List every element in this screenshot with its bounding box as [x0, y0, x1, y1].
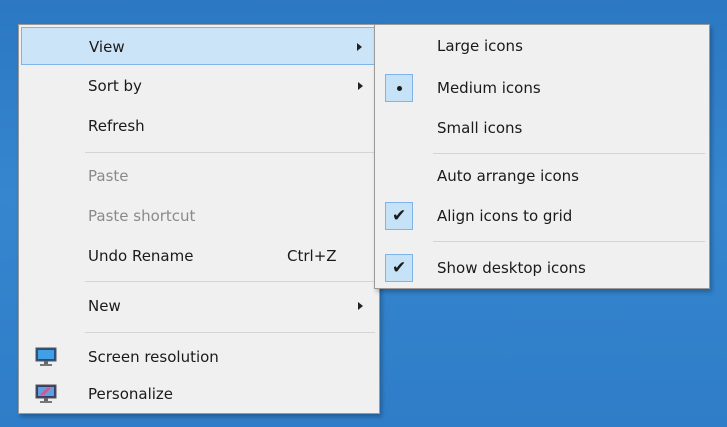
radio-dot-icon — [397, 86, 402, 91]
view-submenu: Large icons Medium icons Small icons Aut… — [374, 24, 710, 289]
menu-separator — [85, 152, 375, 153]
menu-item-label: Large icons — [437, 37, 523, 55]
submenu-arrow-icon — [357, 43, 362, 51]
menu-item-label: Refresh — [88, 117, 145, 135]
checkmark-icon: ✔ — [392, 206, 407, 226]
menu-item-label: Small icons — [437, 119, 523, 137]
menu-item-label: Paste — [88, 167, 129, 185]
menu-item-label: Align icons to grid — [437, 207, 573, 225]
menu-item-new[interactable]: New — [21, 287, 377, 325]
menu-item-label: Personalize — [88, 385, 174, 403]
check-indicator: ✔ — [385, 202, 413, 230]
menu-item-personalize[interactable]: Personalize — [21, 375, 377, 413]
menu-item-label: Sort by — [88, 77, 142, 95]
menu-item-paste-shortcut: Paste shortcut — [21, 197, 377, 235]
menu-item-label: Undo Rename — [88, 247, 194, 265]
menu-item-label: Paste shortcut — [88, 207, 196, 225]
menu-item-label: Show desktop icons — [437, 259, 586, 277]
menu-item-refresh[interactable]: Refresh — [21, 107, 377, 145]
submenu-item-large-icons[interactable]: Large icons — [377, 27, 707, 65]
submenu-item-align-to-grid[interactable]: ✔ Align icons to grid — [377, 197, 707, 235]
submenu-arrow-icon — [358, 302, 363, 310]
personalize-icon — [35, 384, 57, 403]
menu-item-label: Medium icons — [437, 79, 541, 97]
menu-item-undo-rename[interactable]: Undo Rename Ctrl+Z — [21, 237, 377, 275]
check-indicator: ✔ — [385, 254, 413, 282]
display-icon — [35, 347, 57, 366]
submenu-item-show-desktop-icons[interactable]: ✔ Show desktop icons — [377, 249, 707, 287]
submenu-arrow-icon — [358, 82, 363, 90]
menu-item-shortcut: Ctrl+Z — [287, 247, 337, 265]
menu-separator — [433, 153, 705, 154]
menu-item-paste: Paste — [21, 157, 377, 195]
menu-item-view[interactable]: View — [21, 27, 377, 65]
submenu-item-auto-arrange[interactable]: Auto arrange icons — [377, 157, 707, 195]
menu-item-label: View — [89, 38, 125, 56]
menu-separator — [433, 241, 705, 242]
menu-item-label: New — [88, 297, 121, 315]
radio-selected-indicator — [385, 74, 413, 102]
submenu-item-small-icons[interactable]: Small icons — [377, 109, 707, 147]
menu-item-label: Screen resolution — [88, 348, 219, 366]
submenu-item-medium-icons[interactable]: Medium icons — [377, 69, 707, 107]
menu-separator — [85, 332, 375, 333]
menu-item-screen-resolution[interactable]: Screen resolution — [21, 338, 377, 376]
desktop-context-menu: View Sort by Refresh Paste Paste shortcu… — [18, 24, 380, 414]
checkmark-icon: ✔ — [392, 258, 407, 278]
menu-separator — [85, 281, 375, 282]
menu-item-label: Auto arrange icons — [437, 167, 579, 185]
menu-item-sort-by[interactable]: Sort by — [21, 67, 377, 105]
